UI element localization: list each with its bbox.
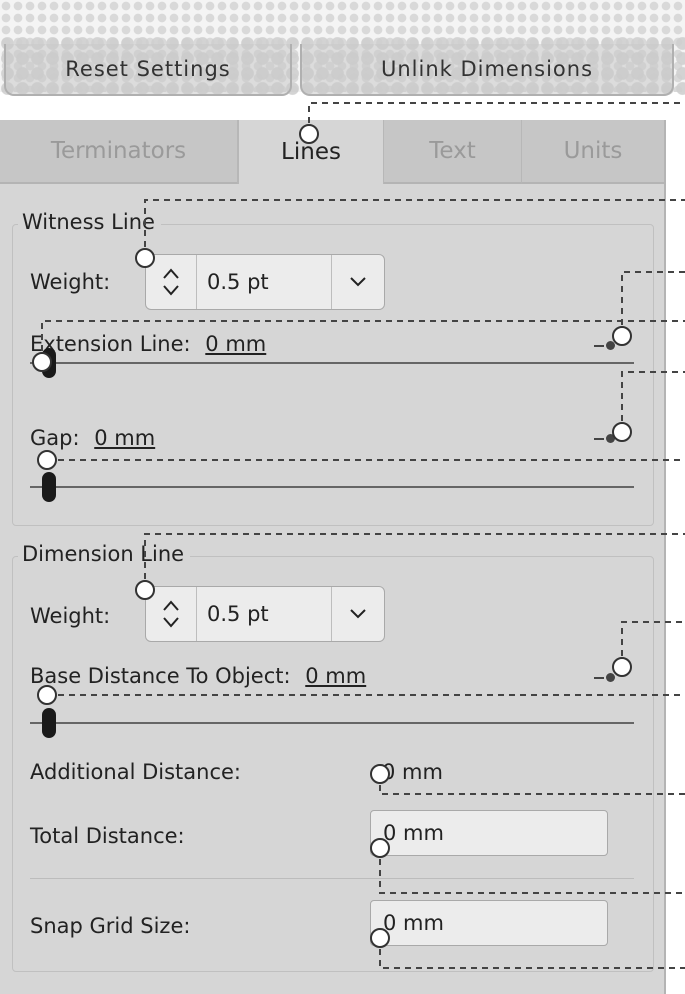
gap-link-icon[interactable]: [594, 434, 615, 443]
witness-weight-stepper[interactable]: 0.5 pt: [145, 254, 385, 310]
tab-terminators[interactable]: Terminators: [0, 120, 238, 184]
witness-weight-value[interactable]: 0.5 pt: [197, 255, 332, 309]
unlink-dimensions-label: Unlink Dimensions: [380, 57, 594, 81]
gap-value[interactable]: 0 mm: [94, 426, 155, 450]
divider: [30, 878, 634, 879]
dimension-weight-label: Weight:: [30, 604, 111, 628]
snap-grid-size-label: Snap Grid Size:: [30, 914, 191, 938]
dimension-settings-panel: Terminators Lines Text Units Witness Lin…: [0, 120, 666, 994]
chevron-down-icon: [350, 277, 366, 287]
base-distance-value[interactable]: 0 mm: [305, 664, 366, 688]
gap-text: Gap:: [30, 426, 80, 450]
tab-text[interactable]: Text: [384, 120, 522, 184]
stepper-arrows-icon: [163, 600, 179, 628]
witness-weight-dropdown[interactable]: [332, 255, 384, 309]
witness-weight-arrows[interactable]: [146, 255, 197, 309]
total-distance-field[interactable]: 0 mm: [370, 810, 608, 856]
witness-line-title: Witness Line: [18, 210, 161, 234]
base-distance-slider-knob[interactable]: [42, 708, 56, 738]
stepper-arrows-icon: [163, 268, 179, 296]
reset-settings-label: Reset Settings: [65, 57, 231, 81]
gap-slider-knob[interactable]: [42, 472, 56, 502]
base-distance-text: Base Distance To Object:: [30, 664, 291, 688]
chevron-down-icon: [350, 609, 366, 619]
extension-slider-track[interactable]: [30, 362, 634, 364]
dimension-weight-stepper[interactable]: 0.5 pt: [145, 586, 385, 642]
extension-line-label: Extension Line: 0 mm: [30, 332, 266, 356]
extension-slider-knob[interactable]: [42, 348, 56, 378]
base-distance-slider-track[interactable]: [30, 722, 634, 724]
snap-grid-size-field[interactable]: 0 mm: [370, 900, 608, 946]
total-distance-label: Total Distance:: [30, 824, 185, 848]
unlink-dimensions-button[interactable]: Unlink Dimensions: [300, 44, 674, 96]
gap-slider-track[interactable]: [30, 486, 634, 488]
base-distance-label: Base Distance To Object: 0 mm: [30, 664, 366, 688]
tab-lines[interactable]: Lines: [238, 120, 384, 184]
dimension-weight-arrows[interactable]: [146, 587, 197, 641]
witness-weight-label: Weight:: [30, 270, 111, 294]
additional-distance-label: Additional Distance:: [30, 760, 241, 784]
additional-distance-value: 0 mm: [382, 760, 443, 784]
tab-units[interactable]: Units: [522, 120, 664, 184]
gap-label: Gap: 0 mm: [30, 426, 155, 450]
extension-link-icon[interactable]: [594, 341, 615, 350]
extension-line-value[interactable]: 0 mm: [205, 332, 266, 356]
tab-bar: Terminators Lines Text Units: [0, 120, 664, 186]
dimension-line-title: Dimension Line: [18, 542, 191, 566]
base-distance-link-icon[interactable]: [594, 673, 615, 682]
dimension-weight-dropdown[interactable]: [332, 587, 384, 641]
reset-settings-button[interactable]: Reset Settings: [4, 44, 292, 96]
dimension-weight-value[interactable]: 0.5 pt: [197, 587, 332, 641]
